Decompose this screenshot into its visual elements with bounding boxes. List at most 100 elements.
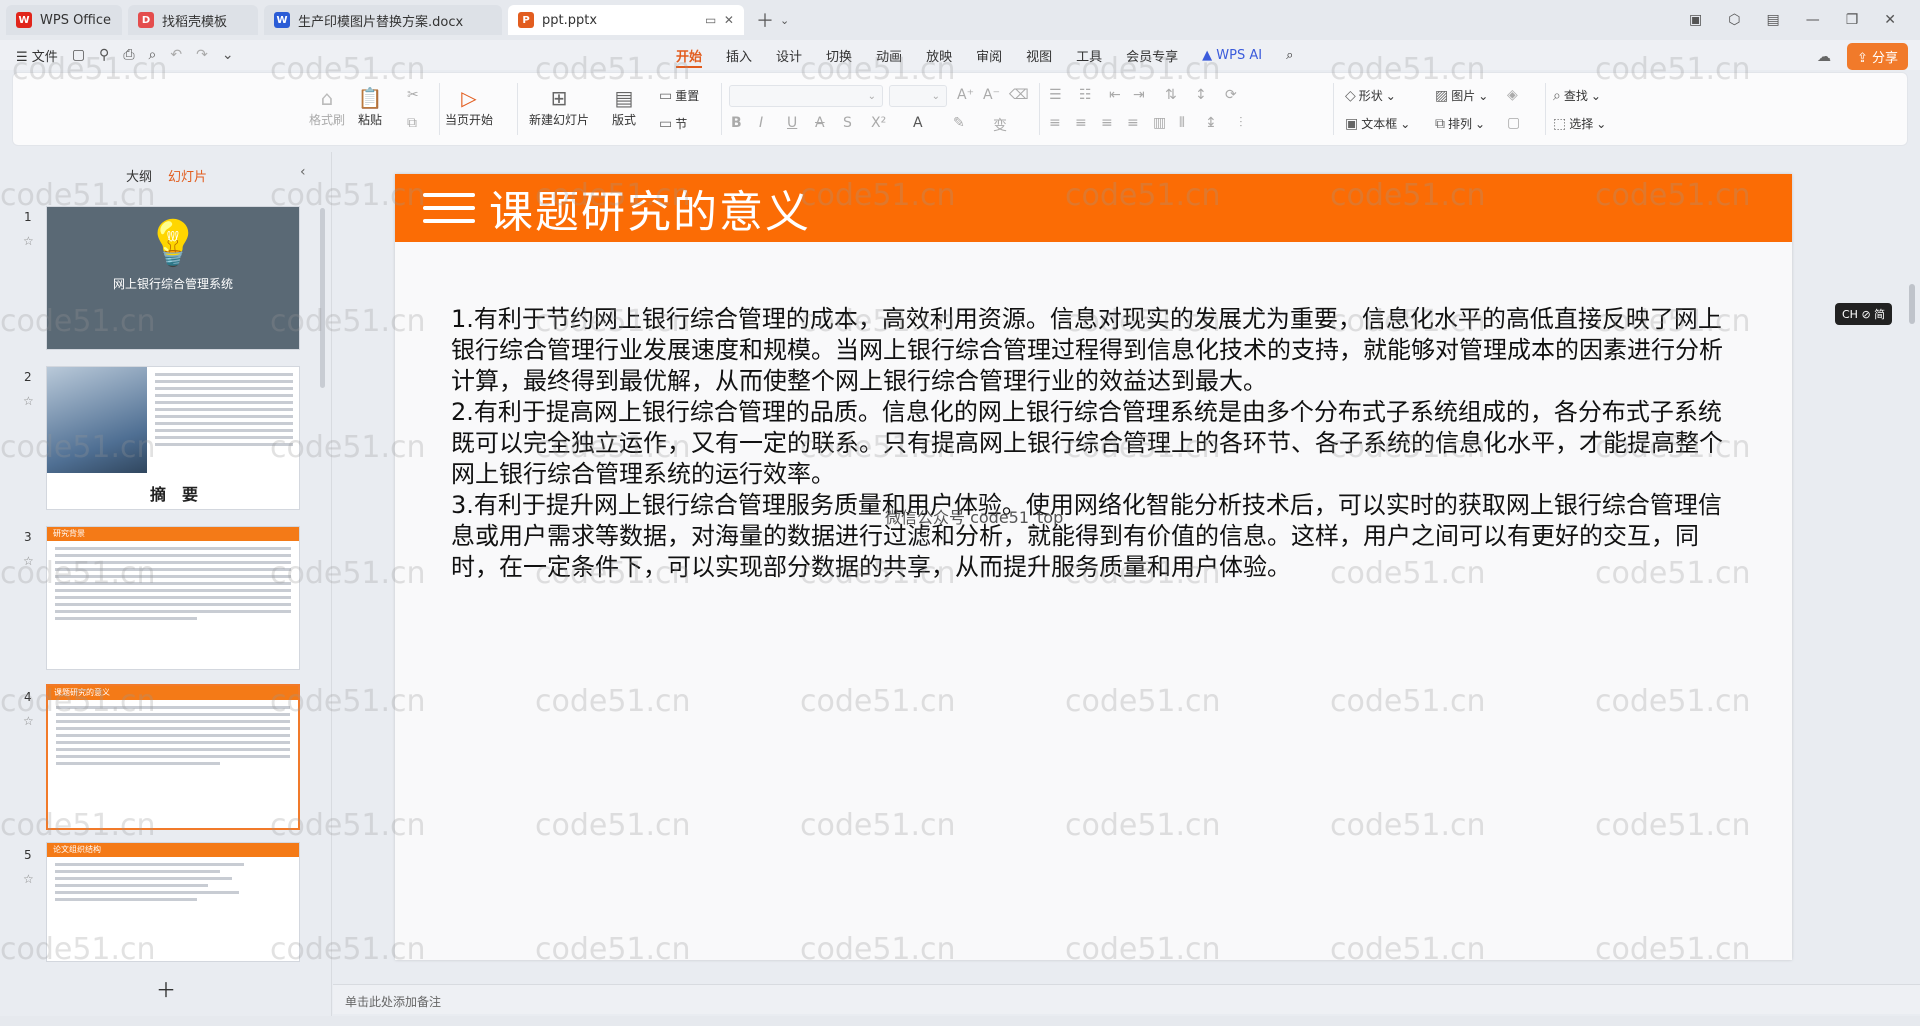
star-icon[interactable]: ☆ bbox=[23, 394, 34, 408]
cut-icon[interactable]: ✂ bbox=[407, 87, 419, 103]
paste-button[interactable]: 📋 粘贴 bbox=[357, 85, 383, 128]
cube-icon[interactable]: ⬡ bbox=[1728, 12, 1740, 28]
input-method-badge[interactable]: CH ⊘ 简 bbox=[1835, 303, 1893, 325]
indent-icon[interactable]: ⇥ bbox=[1133, 87, 1145, 103]
slide-thumb-3[interactable]: 研究背景 bbox=[46, 526, 300, 670]
close-icon[interactable]: ✕ bbox=[1884, 12, 1896, 28]
font-family-select[interactable]: ⌄ bbox=[729, 85, 883, 107]
panel-scrollbar[interactable] bbox=[320, 208, 325, 388]
highlight-icon[interactable]: ✎ bbox=[953, 115, 965, 131]
minimize-icon[interactable]: — bbox=[1806, 12, 1820, 28]
slide[interactable]: 课题研究的意义 1.有利于节约网上银行综合管理的成本，高效利用资源。信息对现实的… bbox=[395, 174, 1792, 960]
font-color-icon[interactable]: A bbox=[913, 115, 923, 131]
tab-home[interactable]: 开始 bbox=[676, 40, 703, 70]
tab-close-icon[interactable]: ▭ ✕ bbox=[705, 13, 734, 27]
line-spacing-icon[interactable]: ↨ bbox=[1205, 115, 1217, 131]
distribute-icon[interactable]: ▥ bbox=[1153, 115, 1166, 131]
file-menu[interactable]: ☰ 文件 bbox=[16, 46, 58, 65]
font-size-select[interactable]: ⌄ bbox=[889, 85, 947, 107]
tab-wps-office[interactable]: W WPS Office bbox=[6, 5, 122, 35]
export-icon[interactable]: ⚲ bbox=[99, 47, 109, 63]
bullet-list-icon[interactable]: ☰ bbox=[1049, 87, 1062, 103]
align-left-icon[interactable]: ≡ bbox=[1049, 115, 1061, 131]
tab-design[interactable]: 设计 bbox=[776, 40, 802, 70]
star-icon[interactable]: ☆ bbox=[23, 872, 34, 886]
redo-icon[interactable]: ↷ bbox=[196, 47, 208, 63]
shape-button[interactable]: ◇ 形状 ⌄ bbox=[1345, 87, 1396, 104]
star-icon[interactable]: ☆ bbox=[23, 554, 34, 568]
italic-icon[interactable]: I bbox=[759, 115, 763, 131]
shadow-icon[interactable]: S bbox=[843, 115, 852, 131]
tab-transition[interactable]: 切换 bbox=[826, 40, 852, 70]
outdent-icon[interactable]: ⇤ bbox=[1109, 87, 1121, 103]
tab-docer[interactable]: D 找稻壳模板 bbox=[128, 5, 258, 35]
tab-outline[interactable]: 大纲 bbox=[126, 166, 152, 185]
tab-animation[interactable]: 动画 bbox=[876, 40, 902, 70]
share-button[interactable]: ⇪ 分享 bbox=[1846, 43, 1908, 70]
print-preview-icon[interactable]: ⌕ bbox=[149, 47, 157, 63]
new-slide-button[interactable]: ⊞ 新建幻灯片 bbox=[529, 85, 589, 128]
slide-body-text[interactable]: 1.有利于节约网上银行综合管理的成本，高效利用资源。信息对现实的发展尤为重要，信… bbox=[451, 304, 1741, 583]
more-chevron-icon[interactable]: ⌄ bbox=[222, 47, 234, 63]
tab-slideshow[interactable]: 放映 bbox=[926, 40, 952, 70]
slide-thumb-2[interactable]: 摘 要 bbox=[46, 366, 300, 510]
superscript-icon[interactable]: X² bbox=[871, 115, 886, 131]
tab-tools[interactable]: 工具 bbox=[1076, 40, 1102, 70]
play-current-button[interactable]: ▷ 当页开始 bbox=[445, 85, 493, 128]
fill-icon[interactable]: ◈ bbox=[1507, 87, 1518, 103]
slide-thumb-5[interactable]: 论文组织结构 bbox=[46, 842, 300, 962]
char-spacing-icon[interactable]: 变 bbox=[993, 115, 1007, 135]
add-slide-icon[interactable]: ＋ bbox=[156, 974, 176, 1003]
columns-icon[interactable]: ⫴ bbox=[1179, 115, 1185, 131]
restore-icon[interactable]: ❐ bbox=[1846, 12, 1859, 28]
align-right-icon[interactable]: ≡ bbox=[1101, 115, 1113, 131]
search-icon[interactable]: ⌕ bbox=[1286, 40, 1293, 70]
text-direction-icon[interactable]: ⇅ bbox=[1165, 87, 1177, 103]
notes-pane[interactable]: 单击此处添加备注 bbox=[333, 984, 1920, 1014]
avatar[interactable]: ▤ bbox=[1766, 12, 1779, 28]
increase-font-icon[interactable]: A⁺ bbox=[957, 87, 974, 103]
convert-icon[interactable]: ⟳ bbox=[1225, 87, 1237, 103]
vertical-scrollbar[interactable] bbox=[1906, 152, 1918, 980]
strikethrough-icon[interactable]: A bbox=[815, 115, 825, 131]
textbox-button[interactable]: ▣ 文本框 ⌄ bbox=[1345, 115, 1410, 132]
bold-icon[interactable]: B bbox=[731, 115, 742, 131]
underline-icon[interactable]: U bbox=[787, 115, 797, 131]
align-center-icon[interactable]: ≡ bbox=[1075, 115, 1087, 131]
select-button[interactable]: ⬚ 选择 ⌄ bbox=[1553, 115, 1606, 132]
justify-icon[interactable]: ≡ bbox=[1127, 115, 1139, 131]
star-icon[interactable]: ☆ bbox=[23, 234, 34, 248]
tab-pptx[interactable]: P ppt.pptx ▭ ✕ bbox=[508, 5, 744, 35]
tab-slides[interactable]: 幻灯片 bbox=[168, 166, 207, 185]
print-icon[interactable]: ⎙ bbox=[123, 47, 134, 63]
wps-ai-button[interactable]: ▲ WPS AI bbox=[1202, 40, 1262, 70]
find-button[interactable]: ⌕ 查找 ⌄ bbox=[1553, 87, 1601, 104]
tab-member[interactable]: 会员专享 bbox=[1126, 40, 1178, 70]
tab-docx[interactable]: W 生产印模图片替换方案.docx bbox=[264, 5, 502, 35]
numbered-list-icon[interactable]: ☷ bbox=[1079, 87, 1092, 103]
picture-button[interactable]: ▨ 图片 ⌄ bbox=[1435, 87, 1488, 104]
reset-button[interactable]: ▭ 重置 bbox=[659, 87, 699, 104]
outline-icon[interactable]: ▢ bbox=[1507, 115, 1520, 131]
clear-format-icon[interactable]: ⌫ bbox=[1009, 87, 1029, 103]
star-icon[interactable]: ☆ bbox=[23, 714, 34, 728]
tab-view[interactable]: 视图 bbox=[1026, 40, 1052, 70]
save-icon[interactable]: ▢ bbox=[72, 47, 85, 63]
slide-thumb-1[interactable]: 💡 网上银行综合管理系统 bbox=[46, 206, 300, 350]
section-button[interactable]: ▭ 节 bbox=[659, 115, 687, 132]
cloud-upload-icon[interactable]: ☁ bbox=[1817, 49, 1831, 65]
chevron-down-icon[interactable]: ⌄ bbox=[780, 14, 789, 27]
arrange-button[interactable]: ⧉ 排列 ⌄ bbox=[1435, 115, 1485, 132]
copy-icon[interactable]: ⧉ bbox=[407, 115, 417, 131]
window-layout-icon[interactable]: ▣ bbox=[1689, 12, 1702, 28]
slide-thumb-4[interactable]: 课题研究的意义 bbox=[46, 684, 300, 830]
paragraph-icon[interactable]: ⫶ bbox=[1239, 115, 1243, 131]
new-tab-icon[interactable]: ＋ bbox=[756, 7, 774, 33]
sort-icon[interactable]: ↕ bbox=[1195, 87, 1207, 103]
format-painter-button[interactable]: ⌂ 格式刷 bbox=[309, 85, 345, 128]
decrease-font-icon[interactable]: A⁻ bbox=[983, 87, 1000, 103]
tab-insert[interactable]: 插入 bbox=[726, 40, 752, 70]
slide-title[interactable]: 课题研究的意义 bbox=[489, 176, 811, 240]
layout-button[interactable]: ▤ 版式 bbox=[611, 85, 637, 128]
collapse-panel-icon[interactable]: ‹ bbox=[300, 164, 306, 180]
